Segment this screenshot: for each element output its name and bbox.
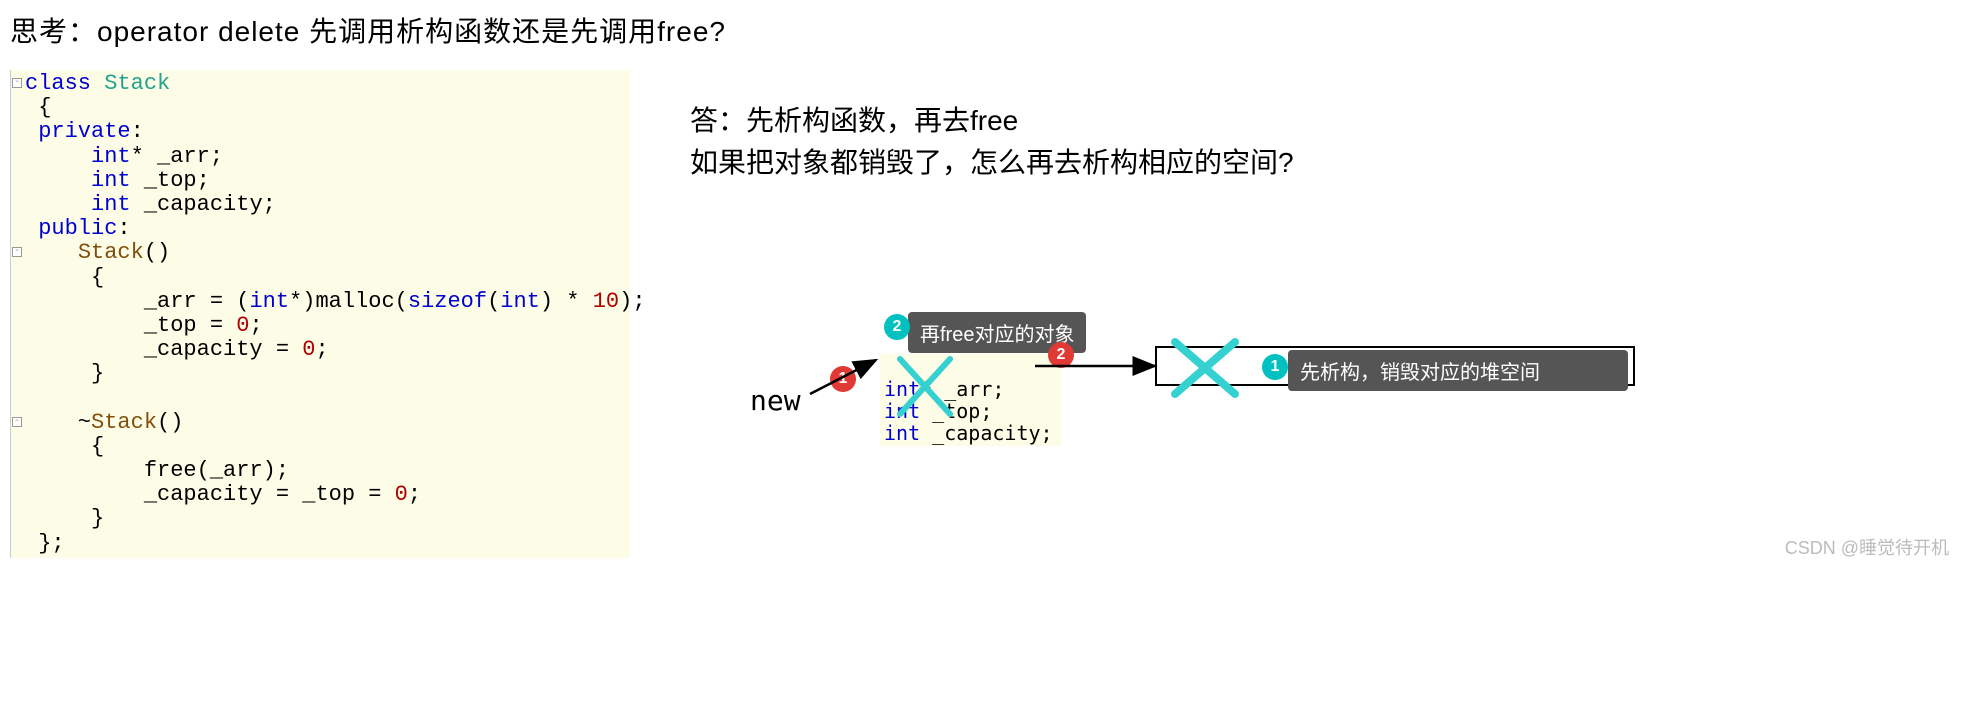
answer-line-1: 答：先析构函数，再去free [690, 100, 1959, 142]
fold-icon: - [12, 78, 22, 88]
question-heading: 思考：operator delete 先调用析构函数还是先调用free? [10, 10, 1959, 50]
answer-line-2: 如果把对象都销毁了，怎么再去析构相应的空间? [690, 142, 1959, 184]
diagram: new int* _arr; int _top; int _capacity; … [690, 254, 1959, 474]
badge-teal-1: 1 [1262, 354, 1288, 380]
badge-red-1: 1 [830, 366, 856, 392]
new-label: new [750, 384, 801, 417]
fold-icon: - [12, 417, 22, 427]
badge-teal-2: 2 [884, 314, 910, 340]
fold-icon: - [12, 247, 22, 257]
right-column: 答：先析构函数，再去free 如果把对象都销毁了，怎么再去析构相应的空间? ne… [630, 70, 1959, 474]
code-block: -class Stack { private: int* _arr; int _… [10, 70, 630, 558]
badge-red-2: 2 [1048, 342, 1074, 368]
mini-code-block: int* _arr; int _top; int _capacity; [880, 354, 1061, 446]
watermark: CSDN @睡觉待开机 [1785, 534, 1949, 560]
answer-text: 答：先析构函数，再去free 如果把对象都销毁了，怎么再去析构相应的空间? [690, 100, 1959, 184]
main-row: -class Stack { private: int* _arr; int _… [10, 70, 1959, 558]
callout-destructor: 先析构，销毁对应的堆空间 [1288, 350, 1628, 391]
